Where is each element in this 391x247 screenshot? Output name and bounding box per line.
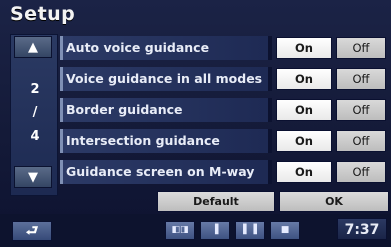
ok-button[interactable]: OK [279, 191, 389, 212]
list-view-button[interactable]: ▌▐ [235, 221, 265, 240]
split-view-button[interactable]: ◧◨ [165, 221, 195, 240]
row-divider [268, 67, 272, 91]
back-button[interactable]: ⮐ [12, 221, 52, 241]
split-view-icon: ◧◨ [171, 225, 189, 235]
list-view-icon: ▌▐ [243, 225, 257, 235]
map-view-button[interactable]: ▐ [200, 221, 230, 240]
setting-row-auto-voice-guidance: Auto voice guidance On Off [60, 36, 390, 60]
down-arrow-icon: ▼ [28, 169, 38, 185]
option-on-button[interactable]: On [276, 37, 332, 59]
setting-row-border-guidance: Border guidance On Off [60, 98, 390, 122]
scroll-down-button[interactable]: ▼ [14, 166, 52, 188]
page-current: 2 [30, 82, 40, 98]
map-view-icon: ▐ [211, 225, 219, 235]
return-arrow-icon: ⮐ [25, 223, 39, 239]
setting-label: Guidance screen on M-way [60, 160, 268, 184]
setting-row-voice-guidance-all-modes: Voice guidance in all modes On Off [60, 67, 390, 91]
setup-screen: Setup ▲ 2 / 4 ▼ Auto voice guidance On O… [0, 0, 391, 247]
option-on-button[interactable]: On [276, 161, 332, 183]
page-separator: / [32, 105, 38, 121]
option-on-button[interactable]: On [276, 99, 332, 121]
clock-display: 7:37 [337, 218, 387, 240]
row-divider [268, 129, 272, 153]
option-off-button[interactable]: Off [336, 130, 386, 152]
page-title: Setup [10, 3, 76, 25]
setting-row-guidance-screen-mway: Guidance screen on M-way On Off [60, 160, 390, 184]
setting-label: Border guidance [60, 98, 268, 122]
option-off-button[interactable]: Off [336, 161, 386, 183]
bottom-bar [0, 214, 391, 247]
setting-label: Voice guidance in all modes [60, 67, 268, 91]
row-divider [268, 98, 272, 122]
option-off-button[interactable]: Off [336, 68, 386, 90]
option-off-button[interactable]: Off [336, 99, 386, 121]
page-indicator: 2 / 4 [22, 78, 48, 148]
row-divider [268, 36, 272, 60]
up-arrow-icon: ▲ [28, 39, 38, 55]
option-off-button[interactable]: Off [336, 37, 386, 59]
screen-off-icon: ■ [280, 225, 290, 235]
screen-off-button[interactable]: ■ [270, 221, 300, 240]
option-on-button[interactable]: On [276, 68, 332, 90]
scroll-up-button[interactable]: ▲ [14, 36, 52, 58]
page-total: 4 [30, 128, 40, 144]
option-on-button[interactable]: On [276, 130, 332, 152]
row-divider [268, 160, 272, 184]
setting-label: Auto voice guidance [60, 36, 268, 60]
default-button[interactable]: Default [157, 191, 275, 212]
setting-row-intersection-guidance: Intersection guidance On Off [60, 129, 390, 153]
setting-label: Intersection guidance [60, 129, 268, 153]
